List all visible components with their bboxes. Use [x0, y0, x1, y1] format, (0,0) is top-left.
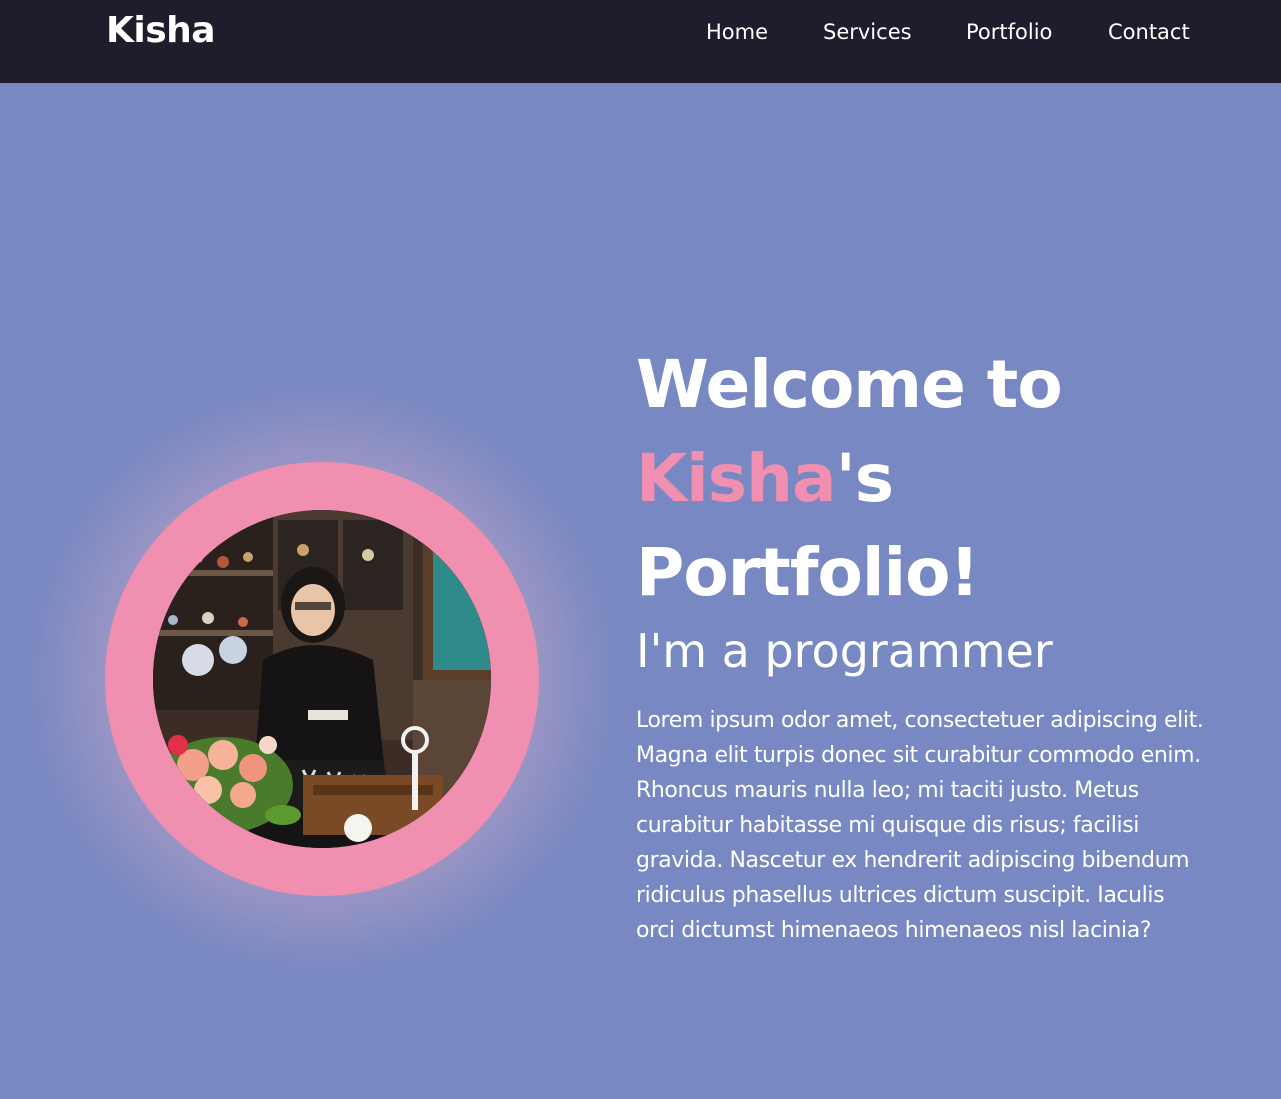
profile-photo — [153, 510, 491, 848]
nav-link-home[interactable]: Home — [706, 18, 768, 46]
nav-link-contact[interactable]: Contact — [1108, 18, 1190, 46]
hero-subtitle: I'm a programmer — [636, 624, 1053, 678]
hero-title: Welcome to Kisha's Portfolio! — [636, 338, 1236, 620]
hero-description: Lorem ipsum odor amet, consectetuer adip… — [636, 708, 1204, 943]
hero-title-possessive: 's — [835, 440, 894, 517]
hero-title-suffix: Portfolio! — [636, 534, 980, 611]
hero-section: Welcome to Kisha's Portfolio! I'm a prog… — [0, 83, 1281, 1099]
hero-title-prefix: Welcome to — [636, 346, 1063, 423]
nav-link-services[interactable]: Services — [823, 18, 912, 46]
navbar: Kisha Home Services Portfolio Contact — [0, 0, 1281, 83]
nav-links: Home Services Portfolio Contact — [0, 18, 1281, 48]
profile-photo-illustration — [153, 510, 491, 848]
profile-ring — [105, 462, 539, 896]
hero-title-name: Kisha — [636, 440, 837, 517]
nav-link-portfolio[interactable]: Portfolio — [966, 18, 1052, 46]
